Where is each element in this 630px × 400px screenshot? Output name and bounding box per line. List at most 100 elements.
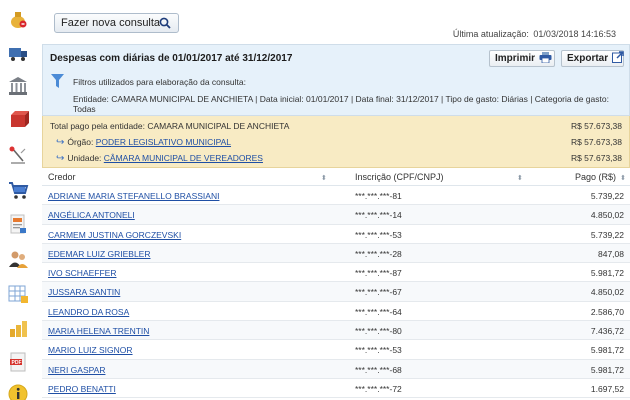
document-report-icon[interactable] — [5, 211, 31, 237]
info-icon[interactable] — [5, 380, 31, 400]
creditor-document: ***.***.***-28 — [355, 248, 402, 259]
creditor-document: ***.***.***-72 — [355, 383, 402, 394]
column-header-pago[interactable]: Pago (R$) — [575, 172, 616, 182]
paid-amount: 847,08 — [598, 248, 624, 259]
creditor-link[interactable]: EDEMAR LUIZ GRIEBLER — [48, 249, 151, 259]
new-search-label: Fazer nova consulta — [61, 17, 161, 29]
table-row: ANGÉLICA ANTONELI ***.***.***-14 4.850,02 — [42, 205, 630, 225]
creditor-document: ***.***.***-53 — [355, 345, 402, 356]
creditor-link[interactable]: IVO SCHAEFFER — [48, 268, 116, 278]
column-header-credor[interactable]: Credor — [48, 172, 76, 182]
total-orgao-row: ↪ Órgão: PODER LEGISLATIVO MUNICIPAL R$ … — [50, 135, 624, 149]
table-row: PEDRO BENATTI ***.***.***-72 1.697,52 — [42, 379, 630, 399]
print-label: Imprimir — [495, 53, 536, 64]
paid-amount: 4.850,02 — [590, 287, 624, 298]
column-header-inscricao[interactable]: Inscrição (CPF/CNPJ) — [355, 172, 444, 182]
scales-icon[interactable] — [5, 142, 31, 168]
creditor-link[interactable]: CARMEM JUSTINA GORCZEVSKI — [48, 230, 181, 240]
export-icon — [612, 51, 624, 66]
total-entity-label: Total pago pela entidade: CAMARA MUNICIP… — [50, 121, 290, 131]
total-unidade-row: ↪ Unidade: CÂMARA MUNICIPAL DE VEREADORE… — [50, 151, 624, 165]
paid-amount: 5.981,72 — [590, 268, 624, 279]
creditors-table: Credor ⬍ Inscrição (CPF/CNPJ) ⬍ Pago (R$… — [42, 168, 630, 399]
table-header: Credor ⬍ Inscrição (CPF/CNPJ) ⬍ Pago (R$… — [42, 168, 630, 186]
creditor-link[interactable]: MARIA HELENA TRENTIN — [48, 326, 149, 336]
spreadsheet-icon[interactable] — [5, 281, 31, 307]
table-row: MARIA HELENA TRENTIN ***.***.***-80 7.436,… — [42, 321, 630, 341]
pdf-document-icon[interactable]: PDF — [5, 349, 31, 375]
export-button[interactable]: Exportar — [561, 50, 624, 67]
money-bag-icon[interactable] — [5, 6, 31, 32]
creditor-document: ***.***.***-67 — [355, 287, 402, 298]
creditor-document: ***.***.***-81 — [355, 191, 402, 201]
users-icon[interactable] — [5, 246, 31, 272]
table-row: CARMEM JUSTINA GORCZEVSKI ***.***.***-53 5… — [42, 225, 630, 244]
table-row: IVO SCHAEFFER ***.***.***-87 5.981,72 — [42, 263, 630, 283]
print-button[interactable]: Imprimir — [489, 50, 555, 67]
filter-funnel-icon — [51, 74, 64, 91]
total-unidade-value: R$ 57.673,38 — [570, 153, 622, 163]
filters-label: Filtros utilizados para elaboração da co… — [73, 77, 246, 87]
creditor-document: ***.***.***-68 — [355, 364, 402, 375]
paid-amount: 5.981,72 — [590, 345, 624, 356]
creditor-link[interactable]: MARIO LUIZ SIGNOR — [48, 345, 133, 355]
report-title: Despesas com diárias de 01/01/2017 até 3… — [50, 53, 293, 64]
arrow-right-icon: ↪ — [56, 152, 65, 164]
creditor-document: ***.***.***-80 — [355, 326, 402, 337]
report-header: Despesas com diárias de 01/01/2017 até 3… — [42, 44, 630, 116]
truck-icon[interactable] — [5, 40, 31, 66]
table-row: MARIO LUIZ SIGNOR ***.***.***-53 5.981,72 — [42, 340, 630, 360]
brick-box-icon[interactable] — [5, 107, 31, 133]
table-row: ADRIANE MARIA STEFANELLO BRASSIANI ***.**… — [42, 186, 630, 206]
table-row: NERI GASPAR ***.***.***-68 5.981,72 — [42, 359, 630, 379]
filters-text: Entidade: CAMARA MUNICIPAL DE ANCHIETA |… — [73, 94, 609, 114]
table-row: LEANDRO DA ROSA ***.***.***-64 2.586,70 — [42, 302, 630, 322]
bank-building-icon[interactable] — [5, 73, 31, 99]
table-row: EDEMAR LUIZ GRIEBLER ***.***.***-28 847,08 — [42, 243, 630, 264]
sort-credor-icon[interactable]: ⬍ — [318, 172, 327, 182]
unidade-link[interactable]: CÂMARA MUNICIPAL DE VEREADORES — [104, 153, 263, 163]
magnifier-icon — [159, 17, 171, 32]
total-unidade-prefix: Unidade: — [67, 153, 102, 163]
creditor-document: ***.***.***-53 — [355, 229, 402, 240]
creditor-link[interactable]: ADRIANE MARIA STEFANELLO BRASSIANI — [48, 191, 219, 201]
creditor-document: ***.***.***-14 — [355, 210, 402, 221]
table-row: JUSSARA SANTIN ***.***.***-67 4.850,02 — [42, 282, 630, 302]
paid-amount: 5.739,22 — [590, 191, 624, 201]
last-update: Última atualização: 01/03/2018 14:16:53 — [451, 29, 616, 39]
sort-inscricao-icon[interactable]: ⬍ — [514, 172, 523, 182]
total-orgao-value: R$ 57.673,38 — [570, 137, 622, 147]
paid-amount: 4.850,02 — [590, 210, 624, 221]
shopping-cart-icon[interactable] — [5, 177, 31, 203]
creditor-link[interactable]: LEANDRO DA ROSA — [48, 307, 129, 317]
creditor-document: ***.***.***-87 — [355, 268, 402, 279]
creditor-link[interactable]: NERI GASPAR — [48, 365, 105, 375]
svg-text:PDF: PDF — [12, 360, 22, 366]
coins-stack-icon[interactable] — [5, 315, 31, 341]
total-orgao-prefix: Órgão: — [67, 137, 94, 147]
totals-box: Total pago pela entidade: CAMARA MUNICIP… — [42, 116, 630, 168]
creditor-document: ***.***.***-64 — [355, 306, 402, 317]
creditor-link[interactable]: ANGÉLICA ANTONELI — [48, 210, 135, 220]
paid-amount: 5.739,22 — [590, 229, 624, 240]
creditor-link[interactable]: PEDRO BENATTI — [48, 384, 116, 394]
report-panel: Despesas com diárias de 01/01/2017 até 3… — [42, 44, 630, 400]
total-entity-row: Total pago pela entidade: CAMARA MUNICIP… — [50, 119, 624, 133]
creditor-link[interactable]: JUSSARA SANTIN — [48, 287, 120, 297]
paid-amount: 2.586,70 — [590, 306, 624, 317]
app-root: PDF Fazer nova consulta Última atualizaç… — [0, 0, 630, 400]
last-update-label: Última atualização: — [452, 29, 529, 39]
total-entity-value: R$ 57.673,38 — [570, 121, 622, 131]
arrow-right-icon: ↪ — [56, 136, 65, 148]
sidebar-rail: PDF — [0, 0, 36, 400]
table-body: ADRIANE MARIA STEFANELLO BRASSIANI ***.**… — [42, 186, 630, 399]
new-search-button[interactable]: Fazer nova consulta — [54, 13, 179, 33]
paid-amount: 5.981,72 — [590, 364, 624, 375]
paid-amount: 7.436,72 — [590, 326, 624, 337]
sort-pago-icon[interactable]: ⬍ — [617, 172, 626, 182]
last-update-value: 01/03/2018 14:16:53 — [533, 29, 616, 39]
paid-amount: 1.697,52 — [590, 383, 624, 394]
export-label: Exportar — [567, 53, 609, 64]
orgao-link[interactable]: PODER LEGISLATIVO MUNICIPAL — [96, 137, 231, 147]
printer-icon — [539, 51, 552, 66]
